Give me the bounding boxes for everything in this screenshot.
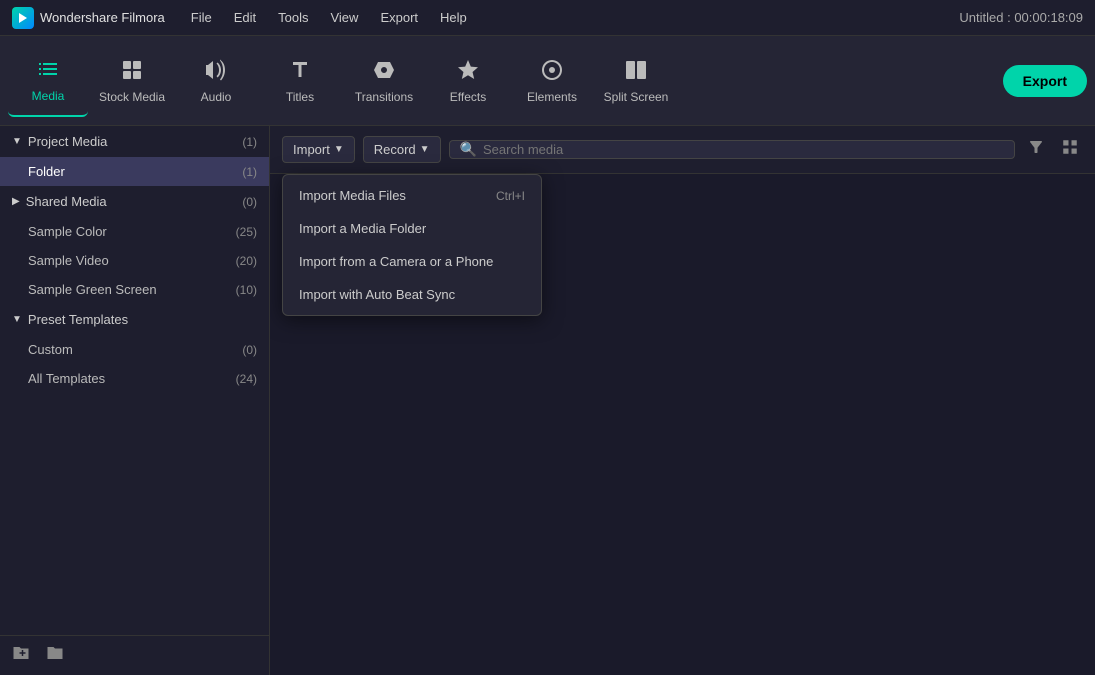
sidebar-project-media[interactable]: ▼ Project Media (1) [0,126,269,157]
app-name-label: Wondershare Filmora [40,10,165,25]
export-button[interactable]: Export [1003,65,1087,97]
main-area: ▼ Project Media (1) Folder (1) ▶ Shared … [0,126,1095,675]
titles-icon [288,58,312,86]
sample-green-screen-label: Sample Green Screen [28,282,157,297]
sample-color-count: (25) [236,225,257,239]
folder-icon[interactable] [46,644,64,667]
import-files-shortcut: Ctrl+I [496,189,525,203]
toolbar-transitions-label: Transitions [355,90,413,104]
toolbar-split-screen-label: Split Screen [604,90,669,104]
menu-export[interactable]: Export [370,6,428,29]
dropdown-import-beat-sync[interactable]: Import with Auto Beat Sync [283,278,541,311]
sidebar-all-templates[interactable]: All Templates (24) [0,364,269,393]
shared-media-label: Shared Media [26,194,107,209]
sidebar-folder[interactable]: Folder (1) [0,157,269,186]
record-button[interactable]: Record ▼ [363,136,441,163]
toolbar-titles[interactable]: Titles [260,45,340,117]
search-input[interactable] [483,142,1004,157]
sidebar-bottom [0,635,270,675]
dropdown-import-camera[interactable]: Import from a Camera or a Phone [283,245,541,278]
main-toolbar: Media Stock Media Audio Titles [0,36,1095,126]
elements-icon [540,58,564,86]
toolbar-stock-media[interactable]: Stock Media [92,45,172,117]
record-caret-icon: ▼ [420,144,430,155]
sidebar-preset-templates[interactable]: ▼ Preset Templates [0,304,269,335]
toolbar-elements[interactable]: Elements [512,45,592,117]
sidebar-sample-video[interactable]: Sample Video (20) [0,246,269,275]
content-toolbar: Import ▼ Record ▼ 🔍 [270,126,1095,174]
toolbar-audio-label: Audio [201,90,232,104]
custom-label: Custom [28,342,73,357]
toolbar-split-screen[interactable]: Split Screen [596,45,676,117]
toolbar-audio[interactable]: Audio [176,45,256,117]
sidebar-shared-media[interactable]: ▶ Shared Media (0) [0,186,269,217]
toolbar-titles-label: Titles [286,90,314,104]
import-files-label: Import Media Files [299,188,406,203]
menu-items: File Edit Tools View Export Help [181,6,477,29]
project-media-label: Project Media [28,134,107,149]
add-folder-icon[interactable] [12,644,30,667]
all-templates-label: All Templates [28,371,105,386]
import-button[interactable]: Import ▼ [282,136,355,163]
split-screen-icon [624,58,648,86]
import-caret-icon: ▼ [334,144,344,155]
record-label: Record [374,142,416,157]
folder-count: (1) [242,165,257,179]
search-icon: 🔍 [460,141,477,158]
dropdown-import-folder[interactable]: Import a Media Folder [283,212,541,245]
sidebar-sample-color[interactable]: Sample Color (25) [0,217,269,246]
effects-icon [456,58,480,86]
audio-icon [204,58,228,86]
menu-file[interactable]: File [181,6,222,29]
app-logo: Wondershare Filmora [12,7,165,29]
chevron-right-icon: ▶ [12,196,20,207]
menu-view[interactable]: View [320,6,368,29]
import-folder-label: Import a Media Folder [299,221,426,236]
import-beat-sync-label: Import with Auto Beat Sync [299,287,455,302]
filter-icon[interactable] [1023,134,1049,165]
toolbar-stock-media-label: Stock Media [99,90,165,104]
sidebar: ▼ Project Media (1) Folder (1) ▶ Shared … [0,126,270,675]
all-templates-count: (24) [236,372,257,386]
content-area: Import ▼ Record ▼ 🔍 [270,126,1095,675]
toolbar-elements-label: Elements [527,90,577,104]
sample-color-label: Sample Color [28,224,107,239]
sample-green-screen-count: (10) [236,283,257,297]
project-media-count: (1) [242,135,257,149]
menu-edit[interactable]: Edit [224,6,266,29]
chevron-down-icon: ▼ [12,136,22,147]
import-camera-label: Import from a Camera or a Phone [299,254,493,269]
grid-icon[interactable] [1057,134,1083,165]
folder-label: Folder [28,164,65,179]
shared-media-count: (0) [242,195,257,209]
project-title: Untitled : 00:00:18:09 [959,10,1083,25]
chevron-down-icon-2: ▼ [12,314,22,325]
sidebar-sample-green-screen[interactable]: Sample Green Screen (10) [0,275,269,304]
transitions-icon [372,58,396,86]
stock-media-icon [120,58,144,86]
toolbar-effects[interactable]: Effects [428,45,508,117]
dropdown-import-files[interactable]: Import Media Files Ctrl+I [283,179,541,212]
custom-count: (0) [242,343,257,357]
sample-video-label: Sample Video [28,253,109,268]
toolbar-media[interactable]: Media [8,45,88,117]
menu-bar: Wondershare Filmora File Edit Tools View… [0,0,1095,36]
menu-help[interactable]: Help [430,6,477,29]
toolbar-transitions[interactable]: Transitions [344,45,424,117]
toolbar-media-label: Media [32,89,65,103]
media-icon [36,57,60,85]
toolbar-effects-label: Effects [450,90,486,104]
search-bar: 🔍 [449,140,1015,159]
preset-templates-label: Preset Templates [28,312,128,327]
import-label: Import [293,142,330,157]
app-logo-icon [12,7,34,29]
sidebar-custom[interactable]: Custom (0) [0,335,269,364]
import-dropdown-menu: Import Media Files Ctrl+I Import a Media… [282,174,542,316]
sample-video-count: (20) [236,254,257,268]
menu-tools[interactable]: Tools [268,6,318,29]
